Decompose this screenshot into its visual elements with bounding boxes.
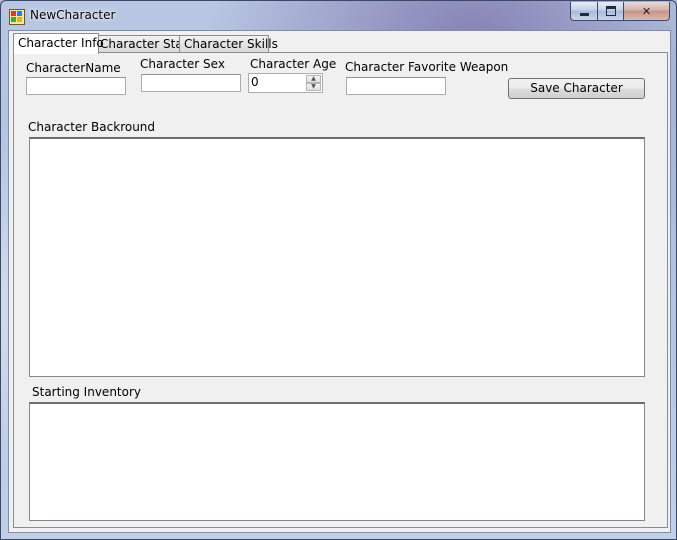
starting-inventory-textarea[interactable] xyxy=(29,402,645,521)
chevron-down-icon: ▼ xyxy=(311,83,316,90)
close-icon: ✕ xyxy=(641,4,652,18)
maximize-button[interactable] xyxy=(597,2,623,21)
tab-character-info[interactable]: Character Info xyxy=(13,33,104,54)
minimize-button[interactable] xyxy=(570,2,597,21)
title-bar[interactable]: NewCharacter ✕ xyxy=(1,1,676,30)
main-window: NewCharacter ✕ Character Info Character … xyxy=(0,0,677,540)
character-sex-input[interactable] xyxy=(141,74,241,92)
tab-page-character-info: CharacterName Character Sex Character Ag… xyxy=(13,52,668,528)
caption-buttons: ✕ xyxy=(570,2,670,21)
age-decrement-button[interactable]: ▼ xyxy=(306,83,321,91)
character-age-value[interactable]: 0 xyxy=(251,75,259,89)
character-background-label: Character Backround xyxy=(28,120,156,134)
chevron-up-icon: ▲ xyxy=(311,75,316,82)
character-age-label: Character Age xyxy=(250,57,337,71)
character-background-textarea[interactable] xyxy=(29,137,645,377)
client-area: Character Info Character Stats Character… xyxy=(8,30,671,533)
favorite-weapon-label: Character Favorite Weapon xyxy=(345,60,509,74)
maximize-icon xyxy=(605,6,616,16)
favorite-weapon-input[interactable] xyxy=(346,77,446,95)
save-character-button[interactable]: Save Character xyxy=(508,78,645,99)
starting-inventory-label: Starting Inventory xyxy=(32,385,142,399)
character-name-label: CharacterName xyxy=(26,61,121,75)
age-increment-button[interactable]: ▲ xyxy=(306,75,321,83)
tab-character-skills[interactable]: Character Skills xyxy=(179,35,278,53)
window-title: NewCharacter xyxy=(30,8,116,22)
character-name-input[interactable] xyxy=(26,77,126,95)
close-button[interactable]: ✕ xyxy=(623,2,670,21)
app-icon[interactable] xyxy=(9,9,25,25)
minimize-icon xyxy=(579,12,589,16)
character-age-stepper[interactable]: 0 ▲ ▼ xyxy=(248,73,323,93)
tab-character-stats[interactable]: Character Stats xyxy=(95,35,194,53)
character-sex-label: Character Sex xyxy=(140,57,225,71)
